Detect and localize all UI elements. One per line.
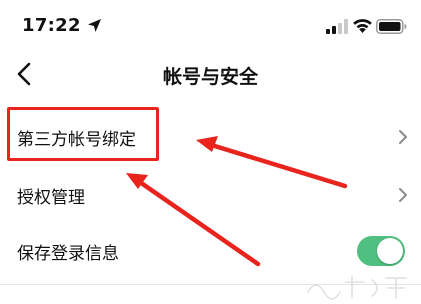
nav-bar: 帐号与安全	[0, 54, 421, 94]
settings-item-label: 保存登录信息	[17, 244, 119, 264]
status-bar: 17:22	[0, 0, 421, 54]
save-login-toggle[interactable]	[357, 236, 405, 266]
battery-icon	[376, 19, 407, 34]
chevron-right-icon	[399, 188, 407, 202]
watermark-logo	[307, 275, 407, 300]
screen: 17:22 帐号与安全 第三方帐号绑定 授权管理 保存登录信息	[0, 0, 421, 304]
chevron-right-icon	[399, 130, 407, 144]
status-time: 17:22	[22, 15, 81, 36]
toggle-knob	[377, 238, 403, 264]
settings-item-label: 授权管理	[17, 188, 85, 208]
annotation-highlight-box	[7, 107, 159, 161]
wifi-icon	[353, 19, 372, 33]
location-arrow-icon	[88, 19, 101, 32]
cellular-signal-icon	[326, 19, 348, 34]
page-title: 帐号与安全	[162, 66, 258, 88]
settings-item-authorization[interactable]: 授权管理	[0, 166, 421, 224]
